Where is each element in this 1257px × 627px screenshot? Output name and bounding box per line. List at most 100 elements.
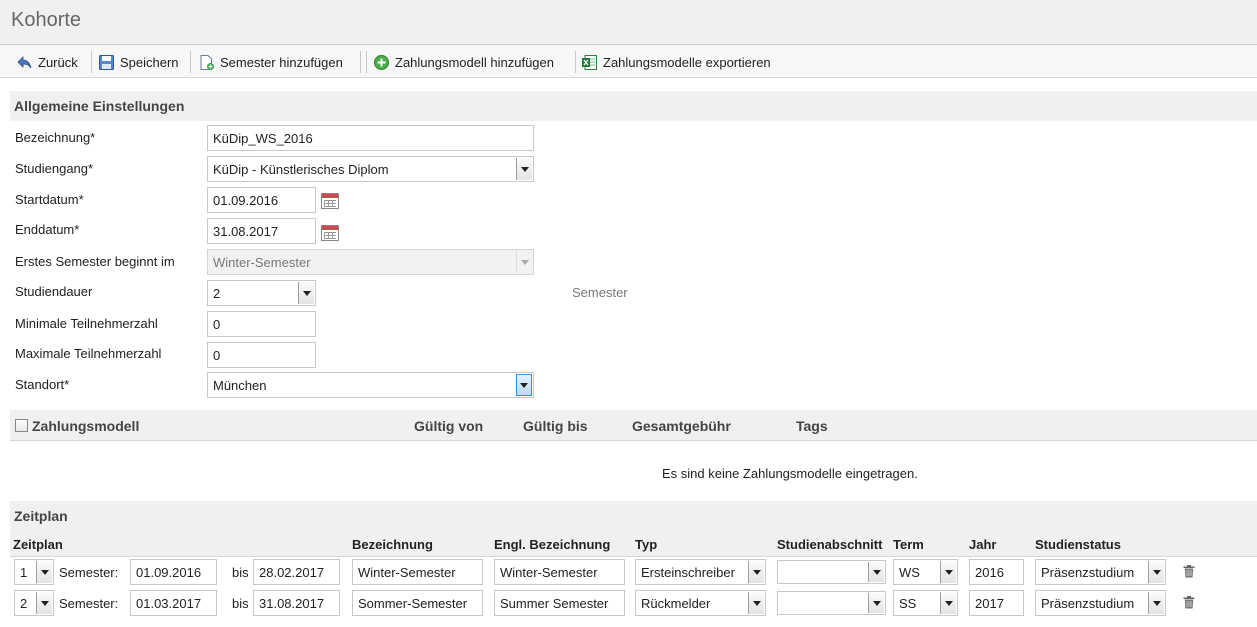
min-participants-label: Minimale Teilnehmerzahl — [15, 316, 158, 331]
trash-icon[interactable] — [1183, 565, 1195, 578]
semester-name-en-input[interactable]: Winter-Semester — [494, 559, 625, 585]
col-name-en: Engl. Bezeichnung — [494, 537, 611, 552]
chevron-down-icon — [36, 561, 52, 583]
excel-export-icon — [582, 54, 597, 70]
semester-name-value: Winter-Semester — [358, 564, 456, 580]
semester-type-select[interactable]: Ersteinschreiber — [635, 559, 766, 585]
col-year: Jahr — [969, 537, 997, 552]
payment-models-empty: Es sind keine Zahlungsmodelle eingetrage… — [662, 466, 918, 481]
semester-type-value: Ersteinschreiber — [641, 564, 735, 580]
study-status-value: Präsenzstudium — [1041, 595, 1135, 611]
col-valid-to[interactable]: Gültig bis — [523, 418, 588, 434]
semester-name-en-input[interactable]: Summer Semester — [494, 590, 625, 616]
end-date-value: 31.08.2017 — [213, 223, 279, 239]
title-bar: Kohorte — [0, 0, 1257, 45]
back-arrow-icon — [17, 55, 32, 68]
chevron-down-icon — [516, 158, 532, 180]
duration-unit: Semester — [572, 285, 628, 300]
green-plus-circle-icon — [374, 54, 389, 70]
export-payment-models-button[interactable]: Zahlungsmodelle exportieren — [581, 52, 771, 72]
semester-name-input[interactable]: Winter-Semester — [352, 559, 483, 585]
semester-to-input[interactable]: 28.02.2017 — [253, 559, 340, 585]
semester-to-value: 31.08.2017 — [259, 595, 325, 611]
first-semester-value: Winter-Semester — [213, 254, 311, 270]
semester-number-select[interactable]: 2 — [14, 590, 54, 616]
toolbar-separator — [190, 51, 191, 73]
semester-number-select[interactable]: 1 — [14, 559, 54, 585]
semester-name-en-value: Winter-Semester — [500, 564, 598, 580]
term-select[interactable]: SS — [893, 590, 958, 616]
chevron-down-icon — [516, 374, 532, 396]
chevron-down-icon — [36, 592, 52, 614]
end-date-input[interactable]: 31.08.2017 — [207, 218, 316, 244]
export-payment-models-label: Zahlungsmodelle exportieren — [603, 54, 771, 70]
year-input[interactable]: 2016 — [969, 559, 1024, 585]
semester-type-value: Rückmelder — [641, 595, 711, 611]
min-participants-input[interactable]: 0 — [207, 311, 316, 337]
study-status-select[interactable]: Präsenzstudium — [1035, 590, 1166, 616]
chevron-down-icon — [748, 561, 764, 583]
start-date-value: 01.09.2016 — [213, 192, 279, 208]
add-semester-button[interactable]: Semester hinzufügen — [198, 52, 343, 72]
chevron-down-icon — [868, 562, 884, 582]
semester-type-select[interactable]: Rückmelder — [635, 590, 766, 616]
add-payment-model-button[interactable]: Zahlungsmodell hinzufügen — [373, 52, 554, 72]
study-status-value: Präsenzstudium — [1041, 564, 1135, 580]
semester-to-value: 28.02.2017 — [259, 564, 325, 580]
semester-number-value: 2 — [20, 595, 28, 611]
name-input[interactable]: KüDip_WS_2016 — [207, 125, 534, 151]
semester-name-value: Sommer-Semester — [358, 595, 468, 611]
program-label: Studiengang* — [15, 161, 94, 176]
semester-name-input[interactable]: Sommer-Semester — [352, 590, 483, 616]
col-tags[interactable]: Tags — [796, 418, 828, 434]
location-value: München — [213, 377, 267, 393]
term-select[interactable]: WS — [893, 559, 958, 585]
col-section: Studienabschnitt — [777, 537, 883, 552]
start-date-input[interactable]: 01.09.2016 — [207, 187, 316, 213]
duration-select[interactable]: 2 — [207, 280, 316, 306]
calendar-icon[interactable] — [321, 193, 339, 209]
add-payment-model-label: Zahlungsmodell hinzufügen — [395, 54, 554, 70]
semester-from-input[interactable]: 01.09.2016 — [130, 559, 217, 585]
save-button-label: Speichern — [120, 54, 179, 70]
trash-icon[interactable] — [1183, 596, 1195, 609]
chevron-down-icon — [298, 282, 314, 304]
year-value: 2017 — [975, 595, 1004, 611]
term-value: SS — [899, 595, 917, 611]
col-status: Studienstatus — [1035, 537, 1121, 552]
program-select[interactable]: KüDip - Künstlerisches Diplom — [207, 156, 534, 182]
back-button-label: Zurück — [38, 54, 78, 70]
study-section-select[interactable] — [777, 591, 886, 615]
col-total-fee[interactable]: Gesamtgebühr — [632, 418, 731, 434]
study-section-select[interactable] — [777, 560, 886, 584]
year-input[interactable]: 2017 — [969, 590, 1024, 616]
save-button[interactable]: Speichern — [98, 52, 179, 72]
end-date-label: Enddatum* — [15, 222, 80, 237]
calendar-icon[interactable] — [321, 225, 339, 241]
study-status-select[interactable]: Präsenzstudium — [1035, 559, 1166, 585]
semester-from-input[interactable]: 01.03.2017 — [130, 590, 217, 616]
back-button[interactable]: Zurück — [16, 52, 78, 72]
select-all-checkbox[interactable] — [15, 419, 28, 432]
semester-to-input[interactable]: 31.08.2017 — [253, 590, 340, 616]
general-settings-heading: Allgemeine Einstellungen — [10, 91, 1257, 121]
duration-label: Studiendauer — [15, 284, 93, 299]
page-title: Kohorte — [11, 9, 82, 31]
col-term: Term — [893, 537, 924, 552]
name-label: Bezeichnung* — [15, 130, 96, 145]
to-label: bis — [232, 565, 249, 580]
max-participants-label: Maximale Teilnehmerzahl — [15, 346, 162, 361]
semester-from-value: 01.03.2017 — [136, 595, 202, 611]
col-payment-model[interactable]: Zahlungsmodell — [32, 418, 139, 434]
toolbar-separator — [575, 51, 576, 73]
add-semester-label: Semester hinzufügen — [220, 54, 343, 70]
col-valid-from[interactable]: Gültig von — [414, 418, 483, 434]
chevron-down-icon — [868, 593, 884, 613]
col-schedule: Zeitplan — [13, 537, 63, 552]
min-participants-value: 0 — [213, 316, 221, 332]
chevron-down-icon — [748, 592, 764, 614]
location-select[interactable]: München — [207, 372, 534, 398]
term-value: WS — [899, 564, 920, 580]
max-participants-input[interactable]: 0 — [207, 342, 316, 368]
location-label: Standort* — [15, 377, 70, 392]
